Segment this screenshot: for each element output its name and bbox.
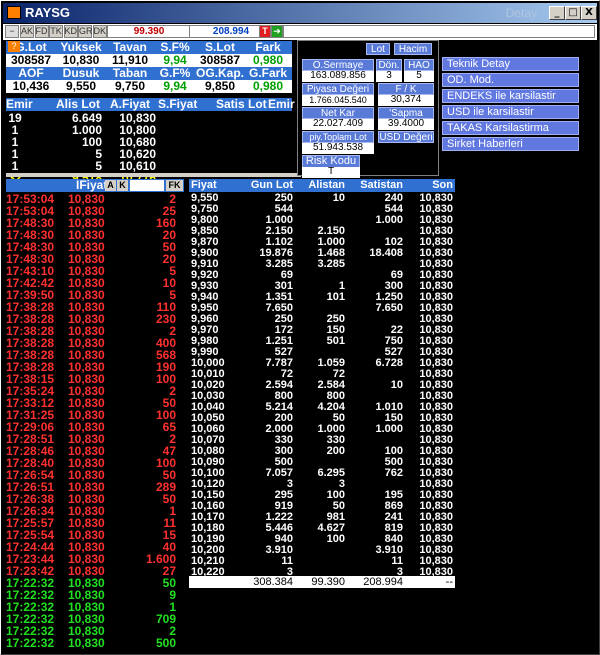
a-button[interactable]: A	[105, 180, 116, 191]
orderbook-totals: 308.384 99.390 208.994 --	[189, 576, 455, 588]
piytoplam-value: 51.943.538	[302, 143, 374, 154]
price-field-1: 99.390	[107, 25, 191, 38]
toolbar-button-ak[interactable]: AK	[20, 25, 34, 38]
netkar-value: 22.027.409	[302, 119, 374, 130]
summary-values2-3: 9,94	[163, 79, 187, 93]
hacim-button[interactable]: Hacim	[394, 43, 432, 55]
toolbar-button-gr[interactable]: GR	[78, 25, 93, 38]
summary-values2-0: 10,436	[12, 79, 50, 93]
piyasa-value: 1.766.045.540	[302, 95, 374, 106]
emir-header: Emir Alis Lot A.Fiyat S.Fiyat Satis Lot Emir	[6, 97, 295, 111]
maximize-button[interactable]: □	[565, 6, 581, 20]
emir-cell: 5	[95, 147, 102, 161]
usd-button[interactable]: USD Değeri	[378, 131, 434, 143]
orderbook-header-2: Alistan	[308, 179, 345, 191]
lot-button[interactable]: Lot	[366, 43, 390, 55]
command-input[interactable]	[283, 25, 595, 38]
k-button[interactable]: K	[117, 180, 128, 191]
window-title: RAYSG	[25, 5, 71, 20]
orderbook-total-2: 208.994	[363, 576, 403, 588]
summary-values-2: 10,436 9,550 9,750 9,94 9,850 0,980	[6, 80, 292, 93]
summary-values2-2: 9,750	[114, 79, 146, 93]
close-button[interactable]: X	[581, 6, 597, 20]
orderbook-total-3: --	[445, 576, 453, 588]
toolbar-button-kd[interactable]: KD	[63, 25, 78, 38]
arrow-right-icon[interactable]: ➜	[271, 25, 283, 38]
toolbar-button-fd[interactable]: FD	[34, 25, 49, 38]
toolbar-button-dk[interactable]: DK	[92, 25, 107, 38]
trades-header-label: IFiyat	[76, 178, 108, 192]
filter-input[interactable]	[130, 180, 164, 191]
right-button-1[interactable]: OD. Mod.	[442, 73, 579, 87]
fk-button[interactable]: FK	[166, 180, 183, 191]
trade-time: 17:22:32	[6, 636, 55, 650]
trade-row: 17:22:32 10,830 500	[6, 637, 184, 649]
trade-price: 10,830	[68, 636, 105, 650]
minimize-button[interactable]: _	[549, 6, 565, 20]
orderbook-header-4: Son	[432, 179, 453, 191]
osermaye-value: 163.089.856	[302, 71, 374, 82]
emir-header-3: S.Fiyat	[158, 97, 198, 111]
orderbook-header: Fiyat Gun Lot Alistan Satistan Son	[189, 179, 455, 192]
right-button-2[interactable]: ENDEKS ile karsilastir	[442, 89, 579, 103]
emir-header-0: Emir	[6, 97, 33, 111]
help-icon[interactable]: ?	[8, 41, 20, 52]
fk-value: 30,374	[378, 95, 434, 106]
emir-header-4: Satis Lot	[216, 97, 267, 111]
app-window: RAYSG Detay _ □ X − AK FD TK KD GR DK 99.390 …	[0, 0, 600, 655]
toolbar-button-tk[interactable]: TK	[49, 25, 63, 38]
orderbook-total-1: 99.390	[311, 576, 345, 588]
emir-header-1: Alis Lot	[56, 97, 100, 111]
orderbook-header-0: Fiyat	[191, 179, 217, 191]
summary-values2-4: 9,850	[204, 79, 236, 93]
right-button-4[interactable]: TAKAS Karsilastirma	[442, 121, 579, 135]
app-icon	[7, 6, 21, 19]
don-value: 3	[376, 71, 402, 82]
summary-values2-1: 9,550	[65, 79, 97, 93]
trades-header: IFiyat A K FK	[6, 179, 184, 192]
trade-lot: 500	[155, 636, 176, 650]
minus-icon[interactable]: −	[5, 25, 19, 38]
orderbook-header-3: Satistan	[360, 179, 403, 191]
orderbook-total-0: 308.384	[253, 576, 293, 588]
right-button-5[interactable]: Sirket Haberleri	[442, 137, 579, 151]
emir-cell: 100	[81, 135, 102, 149]
hao-value: 5	[404, 71, 434, 82]
info-panel: Lot Hacim O.Sermaye 163.089.856 Dön. 3 H…	[297, 40, 439, 178]
risk-value: T	[302, 167, 360, 178]
title-bar[interactable]: RAYSG Detay _ □ X	[3, 3, 597, 23]
summary-values2-5: 0,980	[252, 79, 284, 93]
sapma-value: 39.4000	[378, 119, 434, 130]
t-button[interactable]: T	[259, 25, 271, 38]
window-subtitle: Detay	[505, 6, 537, 20]
emir-header-5: Emir	[268, 97, 295, 111]
emir-header-2: A.Fiyat	[110, 97, 151, 111]
right-button-3[interactable]: USD ile karsilastir	[442, 105, 579, 119]
horizontal-scrollbar[interactable]	[6, 173, 301, 177]
right-button-0[interactable]: Teknik Detay	[442, 57, 579, 71]
toolbar: − AK FD TK KD GR DK 99.390 208.994 T ➜	[3, 24, 597, 40]
orderbook-header-1: Gun Lot	[250, 179, 293, 191]
piyasa-label: Piyasa Değeri	[302, 83, 374, 95]
